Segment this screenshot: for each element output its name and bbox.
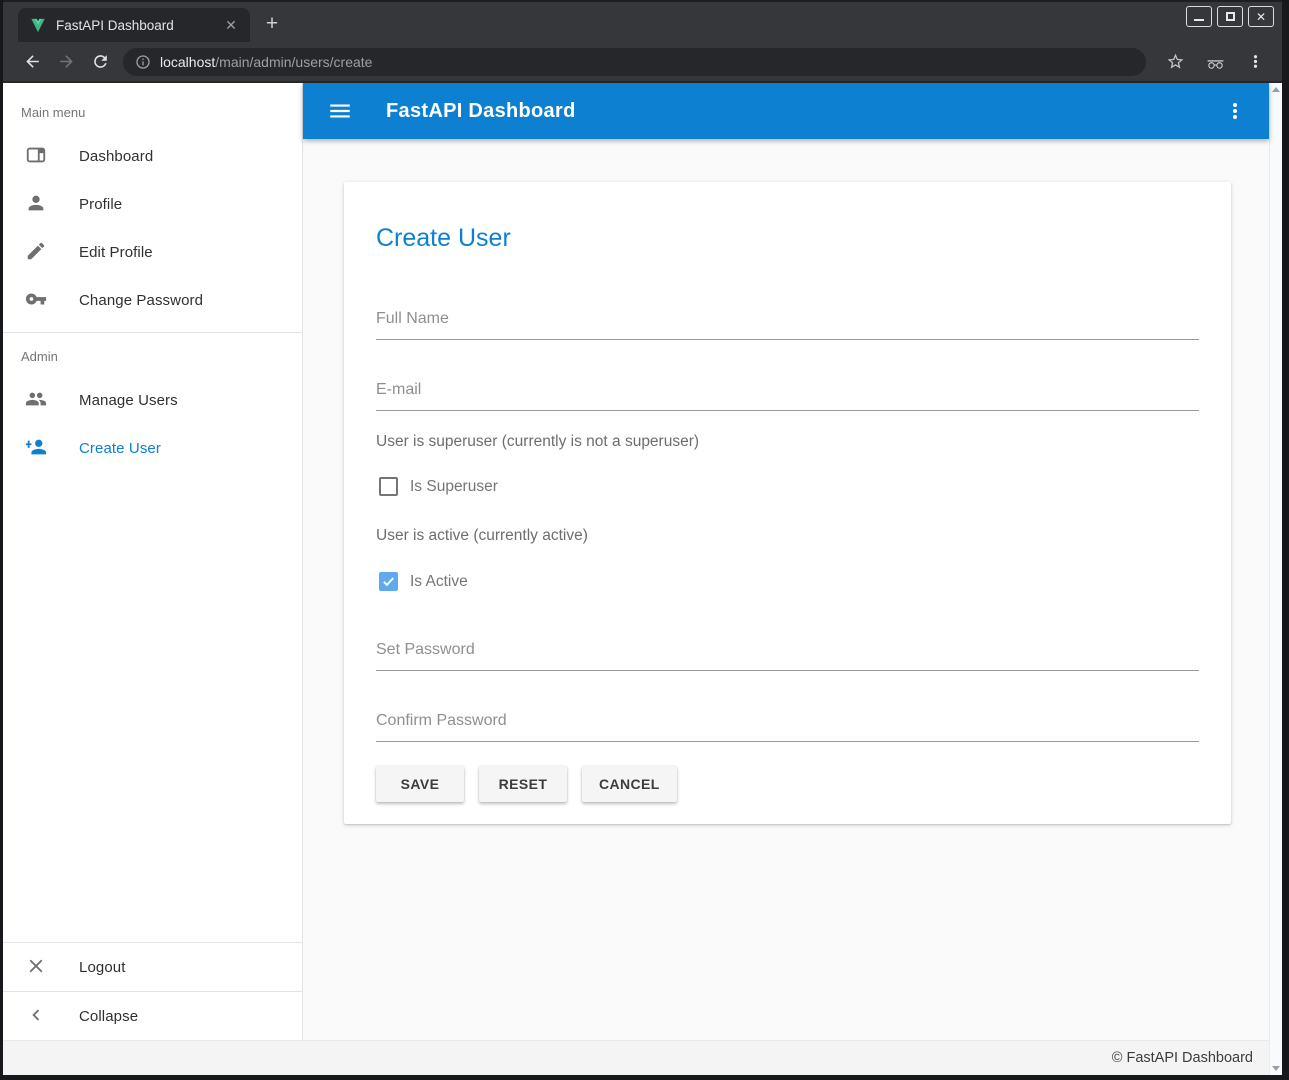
sidebar-section-admin: Admin [3,341,302,376]
sidebar-bottom: Logout Collapse [3,942,302,1040]
save-button[interactable]: SAVE [376,766,464,802]
window-controls: ✕ [1186,6,1274,27]
hamburger-icon[interactable] [327,98,353,124]
active-checkbox-row[interactable]: Is Active [376,572,1199,591]
full-name-field[interactable]: Full Name [376,310,1199,340]
dashboard-icon [25,144,49,168]
kebab-menu-icon[interactable] [1223,99,1247,123]
pencil-icon [25,240,49,264]
chevron-left-icon [25,1004,49,1028]
new-tab-button[interactable]: + [258,10,286,38]
forward-icon[interactable] [49,45,83,79]
superuser-checkbox-label: Is Superuser [410,478,498,496]
cancel-button[interactable]: CANCEL [582,766,677,802]
url-host: localhost [160,54,215,70]
active-checkbox-label: Is Active [410,573,468,591]
superuser-hint: User is superuser (currently is not a su… [376,433,1199,451]
minimize-button[interactable] [1186,6,1212,27]
superuser-checkbox-row[interactable]: Is Superuser [376,477,1199,496]
menu-dots-icon[interactable] [1238,45,1272,79]
input-underline [376,670,1199,671]
sidebar-item-label: Profile [79,196,122,213]
app-bar: FastAPI Dashboard [303,83,1269,139]
scrollbar[interactable] [1269,83,1282,1075]
form-buttons: SAVE RESET CANCEL [376,766,1199,802]
set-password-label: Set Password [376,641,1199,659]
toolbar-right [1158,45,1272,79]
email-field[interactable]: E-mail [376,381,1199,411]
tab-title: FastAPI Dashboard [56,18,222,33]
incognito-icon [1198,45,1232,79]
browser-window: FastAPI Dashboard ✕ + ✕ localhost/main/a… [0,0,1289,1080]
main-area: FastAPI Dashboard Create User Full Name [303,83,1269,1040]
sidebar-item-label: Edit Profile [79,244,153,261]
close-window-button[interactable]: ✕ [1248,6,1274,27]
tab-close-icon[interactable]: ✕ [222,16,240,34]
page: Main menu Dashboard Profile [3,83,1282,1075]
sidebar-item-profile[interactable]: Profile [3,180,302,228]
sidebar-item-manage-users[interactable]: Manage Users [3,376,302,424]
reset-button[interactable]: RESET [479,766,567,802]
sidebar-item-dashboard[interactable]: Dashboard [3,132,302,180]
people-icon [25,388,49,412]
sidebar-item-label: Manage Users [79,392,178,409]
appbar-title: FastAPI Dashboard [386,100,1223,123]
vue-logo-icon [30,18,46,33]
confirm-password-field[interactable]: Confirm Password [376,712,1199,742]
person-icon [25,192,49,216]
sidebar-item-edit-profile[interactable]: Edit Profile [3,228,302,276]
info-icon[interactable] [135,54,151,70]
input-underline [376,410,1199,411]
tab-strip: FastAPI Dashboard ✕ + ✕ [3,0,1282,42]
scrollbar-down-arrow[interactable] [1272,1066,1280,1071]
sidebar-item-change-password[interactable]: Change Password [3,276,302,324]
sidebar-item-logout[interactable]: Logout [3,943,302,991]
sidebar-item-label: Collapse [79,1008,138,1025]
superuser-checkbox[interactable] [379,477,398,496]
sidebar-item-label: Change Password [79,292,203,309]
copyright-text: © FastAPI Dashboard [1112,1050,1253,1066]
scrollbar-up-arrow[interactable] [1272,87,1280,92]
input-underline [376,741,1199,742]
close-x-icon [25,955,49,979]
sidebar-item-label: Dashboard [79,148,153,165]
sidebar-item-collapse[interactable]: Collapse [3,992,302,1040]
reload-icon[interactable] [83,45,117,79]
sidebar-section-main-menu: Main menu [3,97,302,132]
page-title: Create User [376,224,1199,253]
checkmark-icon [381,574,396,589]
key-icon [25,288,49,312]
back-icon[interactable] [15,45,49,79]
maximize-button[interactable] [1217,6,1243,27]
browser-tab[interactable]: FastAPI Dashboard ✕ [18,8,250,42]
address-bar[interactable]: localhost/main/admin/users/create [123,48,1146,76]
create-user-card: Create User Full Name E-mail User is sup… [344,182,1231,824]
confirm-password-label: Confirm Password [376,712,1199,730]
star-icon[interactable] [1158,45,1192,79]
full-name-label: Full Name [376,310,1199,328]
browser-toolbar: localhost/main/admin/users/create [3,42,1282,83]
footer: © FastAPI Dashboard [3,1040,1269,1075]
sidebar-item-label: Create User [79,440,161,457]
active-checkbox[interactable] [379,572,398,591]
set-password-field[interactable]: Set Password [376,641,1199,671]
url-path: /main/admin/users/create [215,54,372,70]
person-add-icon [25,436,49,460]
email-label: E-mail [376,381,1199,399]
input-underline [376,339,1199,340]
sidebar-divider [3,332,302,333]
url-text: localhost/main/admin/users/create [160,54,372,70]
sidebar-item-label: Logout [79,959,125,976]
active-hint: User is active (currently active) [376,527,1199,545]
sidebar-item-create-user[interactable]: Create User [3,424,302,472]
page-content: Create User Full Name E-mail User is sup… [303,139,1269,1040]
sidebar: Main menu Dashboard Profile [3,83,303,1040]
